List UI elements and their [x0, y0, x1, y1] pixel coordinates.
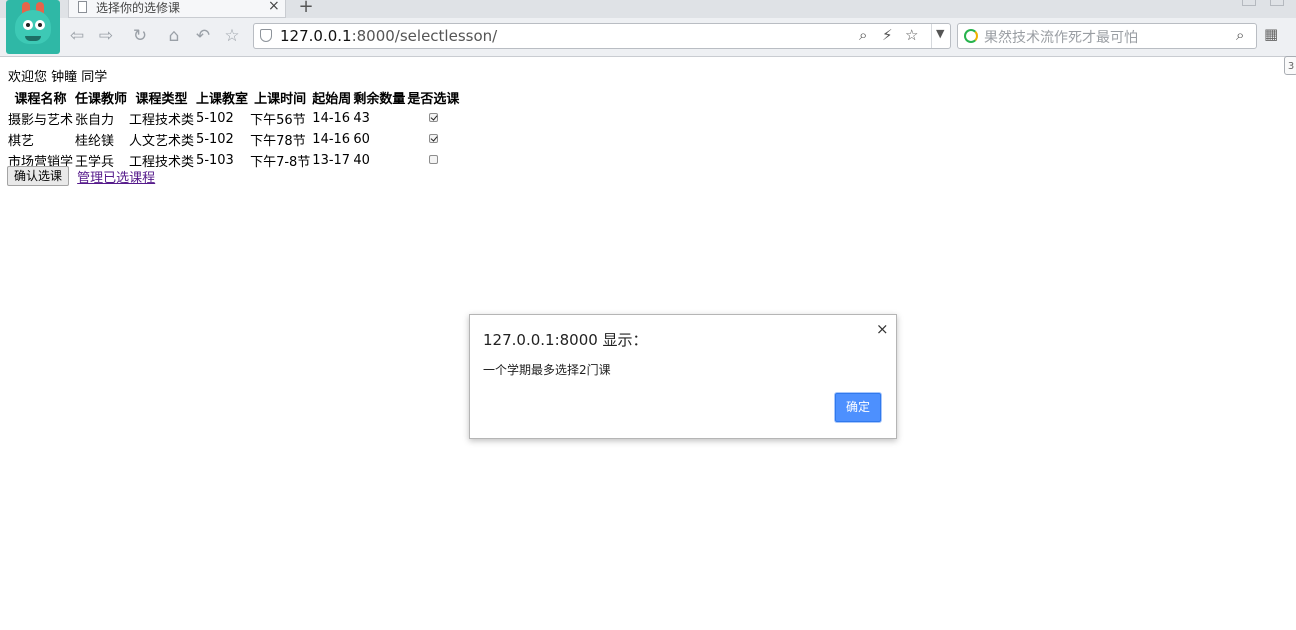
chevron-down-icon[interactable]: ▼ [936, 27, 944, 40]
course-type: 工程技术类 [129, 113, 195, 128]
home-icon[interactable]: ⌂ [163, 25, 185, 47]
zoom-icon[interactable]: ⌕ [859, 26, 867, 44]
classroom: 5-102 [196, 111, 234, 126]
col-select: 是否选课 [407, 92, 460, 107]
confirm-selection-button[interactable]: 确认选课 [7, 166, 70, 186]
dialog-close-icon[interactable]: × [876, 320, 889, 338]
teacher: 张自力 [75, 113, 115, 128]
address-bar[interactable]: 127.0.0.1:8000/selectlesson/ ⌕ ⚡︎ ☆ ▼ [253, 23, 951, 49]
dialog-message: 一个学期最多选择2门课 [483, 363, 611, 377]
chrome-divider [0, 56, 1296, 57]
col-teacher: 任课教师 [75, 92, 128, 107]
remaining: 60 [353, 132, 370, 147]
security-shield-icon [260, 29, 272, 42]
favorites-icon[interactable]: ☆ [221, 25, 243, 47]
url-separator [931, 24, 932, 48]
reload-icon[interactable]: ↻ [129, 25, 151, 47]
col-weeks: 起始周 [312, 92, 352, 107]
forward-icon[interactable]: ⇨ [95, 25, 117, 47]
weeks: 14-16 [312, 111, 351, 126]
course-name: 摄影与艺术 [8, 113, 74, 128]
dialog-ok-button[interactable]: 确定 [835, 393, 881, 422]
search-box[interactable]: 果然技术流作死才最可怕 ⌕ [957, 23, 1257, 49]
select-cell [407, 151, 459, 170]
search-engine-logo-icon [964, 29, 978, 43]
select-cell [407, 130, 459, 149]
url-path: :8000/selectlesson/ [351, 27, 498, 45]
extensions-icon[interactable]: ▦ [1264, 25, 1282, 43]
course-type: 人文艺术类 [129, 134, 195, 149]
remaining: 40 [353, 153, 370, 168]
course-name: 棋艺 [8, 134, 35, 149]
select-checkbox[interactable] [428, 113, 438, 122]
form-actions: 确认选课 管理已选课程 [7, 166, 155, 186]
class-time: 下午7-8节 [250, 155, 311, 170]
tab-close-icon[interactable]: × [268, 0, 280, 14]
bookmark-star-icon[interactable]: ☆ [905, 26, 918, 44]
col-course-type: 课程类型 [135, 92, 188, 107]
remaining: 43 [353, 111, 370, 126]
url-text[interactable]: 127.0.0.1:8000/selectlesson/ [280, 27, 497, 45]
select-checkbox[interactable] [428, 134, 438, 143]
teacher: 桂纶镁 [75, 134, 115, 149]
maximize-button[interactable] [1270, 0, 1284, 6]
tab-title: 选择你的选修课 [96, 1, 181, 15]
table-header-row: 课程名称 任课教师 课程类型 上课教室 上课时间 起始周 剩余数量 是否选课 [8, 88, 460, 107]
manage-selected-courses-link[interactable]: 管理已选课程 [77, 171, 155, 186]
classroom: 5-102 [196, 132, 234, 147]
back-icon[interactable]: ⇦ [66, 25, 88, 47]
class-time: 下午78节 [250, 134, 306, 149]
new-tab-button[interactable]: + [291, 0, 321, 17]
class-time: 下午56节 [250, 113, 306, 128]
col-class-time: 上课时间 [254, 92, 307, 107]
select-cell [407, 109, 459, 128]
browser-chrome: 选择你的选修课 × + ⇦ ⇨ ↻ ⌂ ↶ ☆ 127.0.0.1:8000/s… [0, 0, 1296, 57]
col-remaining: 剩余数量 [353, 92, 406, 107]
col-classroom: 上课教室 [196, 92, 249, 107]
search-icon[interactable]: ⌕ [1236, 26, 1244, 44]
url-host: 127.0.0.1 [280, 27, 352, 45]
undo-close-icon[interactable]: ↶ [192, 25, 214, 47]
alert-dialog: × 127.0.0.1:8000 显示： 一个学期最多选择2门课 确定 [469, 314, 897, 439]
navigation-bar: ⇦ ⇨ ↻ ⌂ ↶ ☆ 127.0.0.1:8000/selectlesson/… [0, 18, 1296, 57]
weeks: 14-16 [312, 132, 351, 147]
course-table: 课程名称 任课教师 课程类型 上课教室 上课时间 起始周 剩余数量 是否选课 摄… [6, 86, 461, 172]
table-row: 摄影与艺术 张自力 工程技术类 5-102 下午56节 14-16 43 [8, 109, 459, 128]
search-placeholder: 果然技术流作死才最可怕 [984, 30, 1138, 46]
dialog-title: 127.0.0.1:8000 显示： [483, 331, 648, 349]
side-panel-badge[interactable]: 3 [1284, 56, 1296, 75]
table-row: 棋艺 桂纶镁 人文艺术类 5-102 下午78节 14-16 60 [8, 130, 459, 149]
speed-mode-icon[interactable]: ⚡︎ [882, 26, 893, 44]
weeks: 13-17 [312, 153, 351, 168]
tab-active[interactable]: 选择你的选修课 × [68, 0, 286, 18]
col-course-name: 课程名称 [14, 92, 67, 107]
minimize-button[interactable] [1242, 0, 1256, 6]
select-checkbox[interactable] [428, 155, 438, 164]
classroom: 5-103 [196, 153, 234, 168]
page-icon [78, 1, 87, 13]
welcome-text: 欢迎您 钟瞳 同学 [8, 70, 108, 85]
